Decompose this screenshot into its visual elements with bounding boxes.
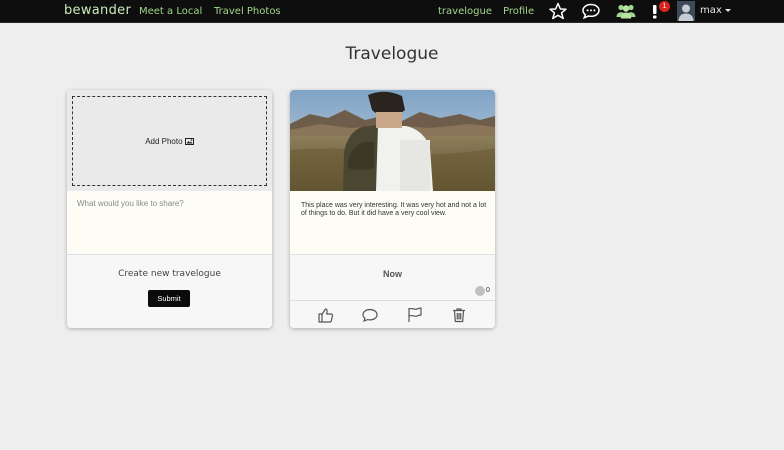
post-text: This place was very interesting. It was … <box>301 202 487 217</box>
like-count: 0 <box>486 287 490 294</box>
post-timestamp: Now <box>383 269 402 279</box>
create-travelogue-label: Create new travelogue <box>118 269 221 279</box>
trash-icon[interactable] <box>450 306 468 324</box>
notification-badge: 1 <box>659 1 670 12</box>
avatar-icon[interactable] <box>677 1 695 21</box>
flag-icon[interactable] <box>406 306 424 324</box>
chat-icon[interactable] <box>581 2 601 20</box>
top-navbar: bewander Meet a Local Travel Photos trav… <box>0 0 784 23</box>
add-photo-label: Add Photo <box>145 137 183 146</box>
thumbs-up-icon[interactable] <box>317 306 335 324</box>
nav-link-travel-photos[interactable]: Travel Photos <box>214 6 281 17</box>
brand-logo[interactable]: bewander <box>64 3 131 18</box>
new-travelogue-card: Add Photo Create new travelogue Submit <box>67 90 272 328</box>
like-counter: 0 <box>475 286 493 296</box>
add-photo-dropzone[interactable]: Add Photo <box>72 96 267 186</box>
travelogue-post-card: This place was very interesting. It was … <box>290 90 495 328</box>
username-label: max <box>700 5 722 16</box>
user-menu-toggle[interactable]: max <box>700 5 731 16</box>
post-photo[interactable] <box>290 90 495 191</box>
nav-link-meet-a-local[interactable]: Meet a Local <box>139 6 202 17</box>
like-badge-icon <box>475 286 485 296</box>
share-input[interactable] <box>77 199 262 249</box>
post-text-area: This place was very interesting. It was … <box>290 191 495 255</box>
add-photo-button[interactable]: Add Photo <box>73 137 266 146</box>
star-icon[interactable] <box>548 2 568 20</box>
post-actions-bar <box>290 300 495 328</box>
share-text-area <box>67 191 272 255</box>
chevron-down-icon <box>724 8 731 12</box>
submit-button[interactable]: Submit <box>148 290 190 307</box>
people-icon[interactable] <box>615 2 637 20</box>
image-icon <box>184 138 194 146</box>
photo-upload-area: Add Photo <box>67 90 272 191</box>
comment-icon[interactable] <box>361 306 379 324</box>
nav-link-profile[interactable]: Profile <box>503 6 534 17</box>
page-title: Travelogue <box>345 44 439 64</box>
nav-link-travelogue[interactable]: travelogue <box>438 6 492 17</box>
